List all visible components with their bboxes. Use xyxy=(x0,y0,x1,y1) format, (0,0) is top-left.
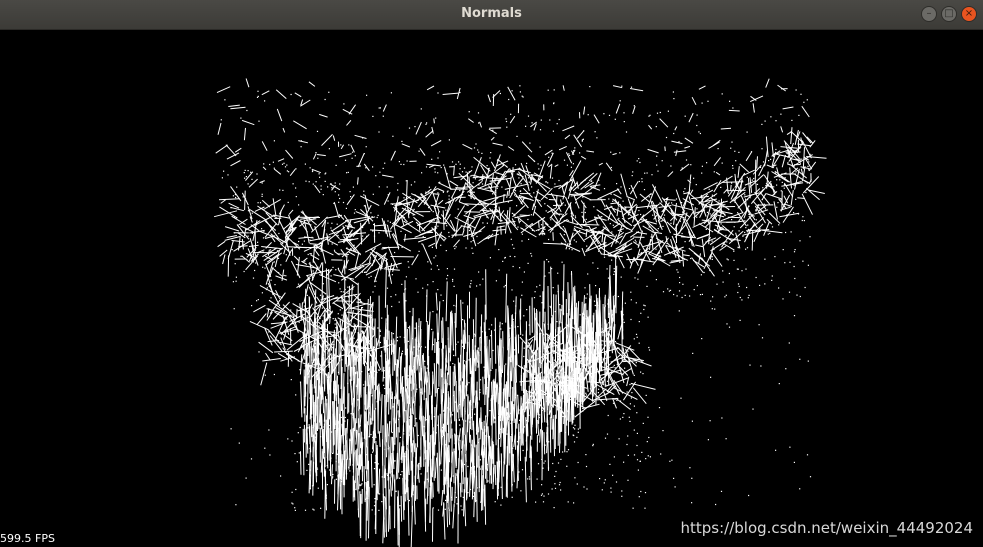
point-cloud-normals xyxy=(213,78,827,547)
fps-counter: 599.5 FPS xyxy=(0,532,55,545)
minimize-icon[interactable]: – xyxy=(921,6,937,22)
close-icon[interactable]: × xyxy=(961,6,977,22)
render-viewport[interactable]: 599.5 FPS https://blog.csdn.net/weixin_4… xyxy=(0,30,983,547)
maximize-icon[interactable]: □ xyxy=(941,6,957,22)
window-controls: – □ × xyxy=(921,6,977,22)
window-titlebar[interactable]: Normals – □ × xyxy=(0,0,983,30)
watermark-text: https://blog.csdn.net/weixin_44492024 xyxy=(680,519,973,537)
window-title: Normals xyxy=(461,6,522,21)
